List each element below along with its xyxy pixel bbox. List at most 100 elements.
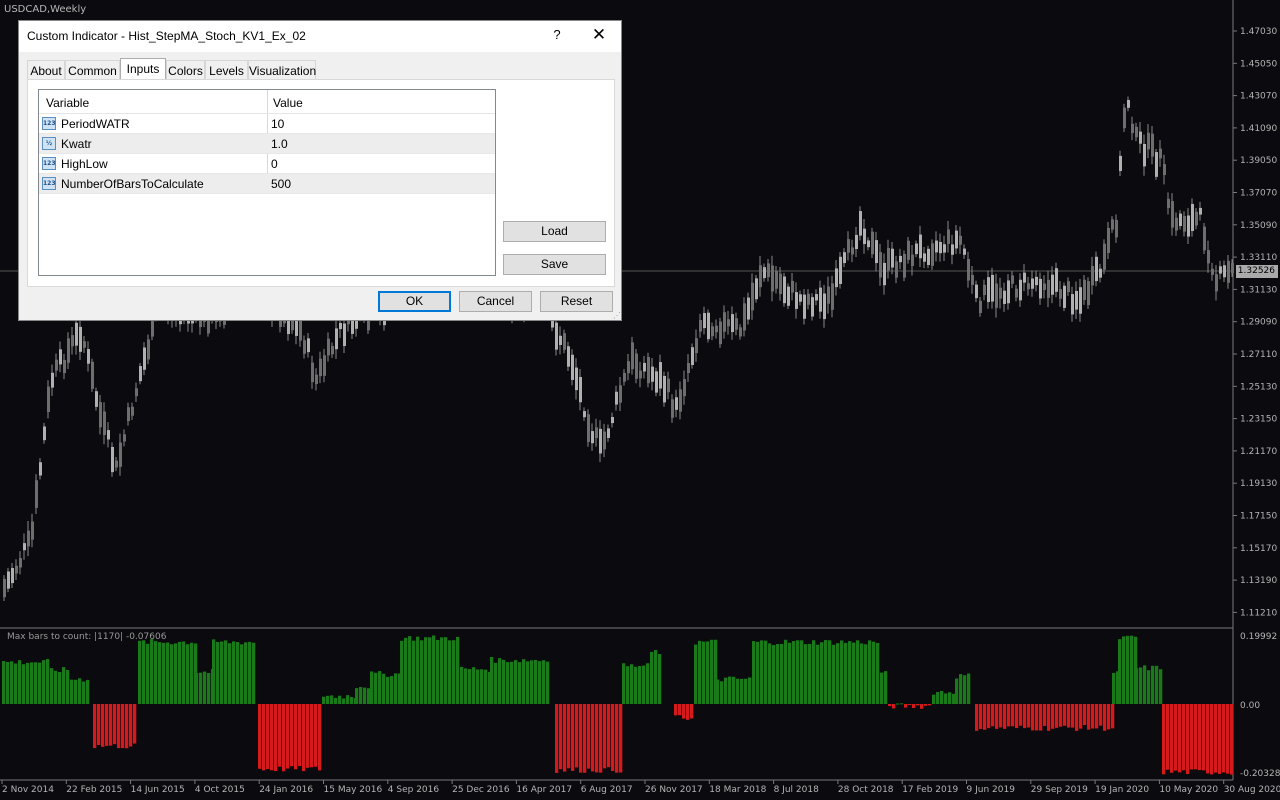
current-price-tag: 1.32526 [1236,265,1278,278]
time-tick-label: 24 Jan 2016 [259,785,313,795]
candle-body [967,258,970,281]
candle-body [863,228,866,245]
histogram-bar [736,678,740,704]
histogram-bar [619,704,623,773]
candle-body [143,347,146,370]
close-button[interactable]: ✕ [587,25,611,47]
histogram-bar [944,693,948,704]
candle-body [827,286,830,304]
histogram-bar [117,704,121,749]
load-button[interactable]: Load [503,221,606,242]
candle-body [1099,268,1102,278]
histogram-bar [162,642,166,704]
param-value[interactable]: 0 [271,157,278,171]
candle-body [1199,207,1202,215]
histogram-bar [559,704,563,770]
histogram-bar [182,641,186,704]
histogram-bar [1051,704,1055,729]
help-button[interactable]: ? [547,27,567,45]
candle-body [959,235,962,245]
candle-body [27,530,30,547]
histogram-bar [464,668,468,704]
resize-grip-icon[interactable]: ⋰ [613,312,621,320]
reset-button[interactable]: Reset [540,291,613,312]
histogram-bar [1055,704,1059,728]
histogram-bar [26,662,30,704]
candle-body [599,428,602,454]
candle-body [1087,281,1090,306]
candle-body [1107,227,1110,253]
histogram-bar [963,675,967,704]
histogram-bar [991,704,995,727]
candle-body [115,460,118,468]
param-row-numberofbars[interactable]: 123 NumberOfBarsToCalculate 500 [39,174,495,194]
param-value[interactable]: 1.0 [271,137,288,151]
histogram-bar [428,637,432,704]
histogram-bar [38,662,42,704]
histogram-bar [888,704,892,707]
candle-body [39,462,42,476]
candle-body [819,287,822,312]
histogram-bar [113,704,117,745]
tab-inputs[interactable]: Inputs [120,58,166,80]
candle-body [1223,265,1226,278]
candle-body [87,349,90,364]
inputs-grid[interactable]: Variable Value 123 PeriodWATR 10 ½ Kwatr… [38,89,496,276]
histogram-bar [109,704,113,746]
candle-body [643,362,646,372]
param-row-periodwatr[interactable]: 123 PeriodWATR 10 [39,114,495,134]
histogram-bar [1182,704,1186,771]
header-variable[interactable]: Variable [46,96,89,110]
param-value[interactable]: 500 [271,177,291,191]
candle-body [767,263,770,278]
param-value[interactable]: 10 [271,117,284,131]
histogram-bar [378,671,382,704]
tab-about[interactable]: About [27,60,65,80]
candle-body [147,339,150,360]
candle-body [15,565,18,574]
histogram-bar [420,640,424,704]
candle-body [1131,123,1134,134]
histogram-bar [244,642,248,704]
candle-body [95,391,98,407]
candle-body [1143,143,1146,167]
custom-indicator-dialog[interactable]: Custom Indicator - Hist_StepMA_Stoch_KV1… [18,20,622,321]
dialog-titlebar[interactable]: Custom Indicator - Hist_StepMA_Stoch_KV1… [19,21,621,52]
histogram-bar [575,704,579,768]
candle-body [627,361,630,374]
candle-body [1035,276,1038,286]
candle-body [1211,268,1214,275]
candle-body [1007,280,1010,304]
param-row-highlow[interactable]: 123 HighLow 0 [39,154,495,174]
candle-body [1027,283,1030,290]
histogram-bar [642,665,646,704]
cancel-button[interactable]: Cancel [459,291,532,312]
save-button[interactable]: Save [503,254,606,275]
histogram-bar [424,637,428,704]
histogram-bar [258,704,262,769]
header-value[interactable]: Value [273,96,303,110]
candle-body [1095,256,1098,282]
histogram-bar [18,660,22,704]
candle-body [111,446,114,473]
histogram-bar [46,659,50,704]
candle-body [907,240,910,260]
candle-body [131,406,134,416]
histogram-bar [1047,704,1051,731]
candle-body [1127,99,1130,108]
histogram-bar [494,662,498,704]
candle-body [99,402,102,428]
histogram-bar [530,660,534,704]
param-row-kwatr[interactable]: ½ Kwatr 1.0 [39,134,495,154]
histogram-bar [350,696,354,704]
tab-visualization[interactable]: Visualization [248,60,316,80]
tab-levels[interactable]: Levels [205,60,248,80]
candle-body [31,521,34,540]
tab-common[interactable]: Common [65,60,120,80]
histogram-bar [720,681,724,704]
candle-body [127,407,130,422]
candle-body [1055,268,1058,292]
histogram-bar [904,704,908,708]
ok-button[interactable]: OK [378,291,451,312]
tab-colors[interactable]: Colors [166,60,205,80]
